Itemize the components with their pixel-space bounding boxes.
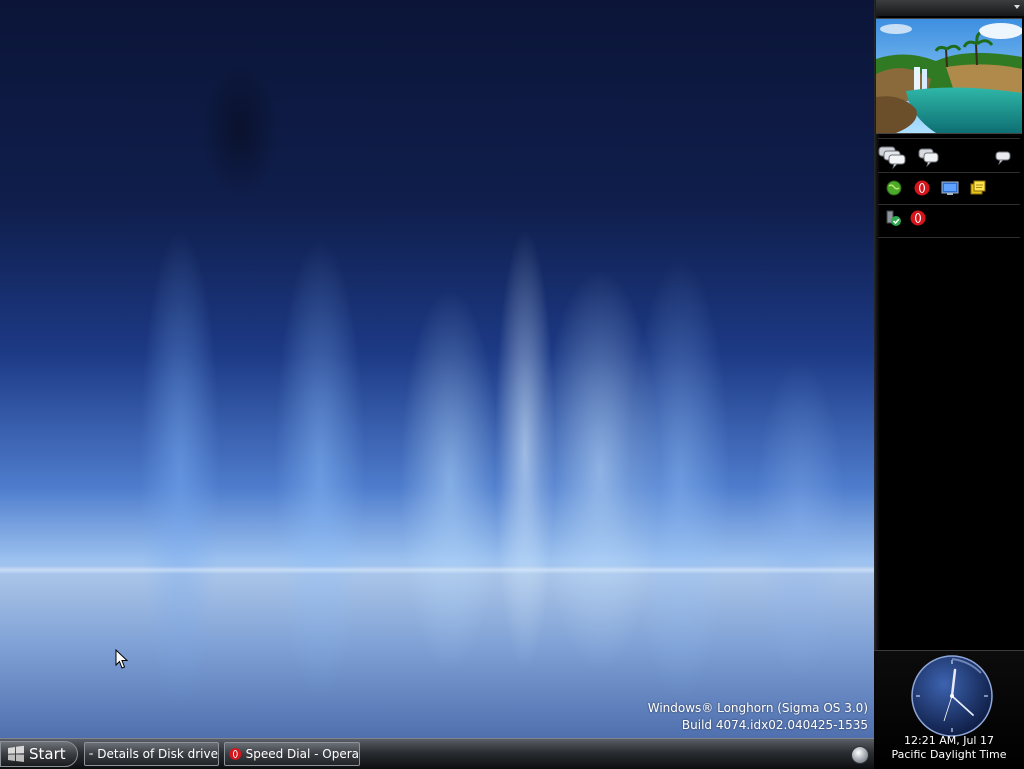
launcher-item[interactable] (940, 178, 960, 198)
sidebar-divider (878, 237, 1020, 238)
chat-bubble-icon[interactable] (994, 149, 1012, 165)
disk-details-icon (89, 747, 93, 761)
launcher-item[interactable] (968, 178, 988, 198)
clock-timezone: Pacific Daylight Time (874, 748, 1024, 761)
green-globe-icon (886, 180, 902, 196)
launcher-item[interactable] (884, 208, 904, 228)
launcher-item[interactable] (884, 178, 904, 198)
analog-clock-icon (909, 653, 995, 739)
wallpaper-shadow (200, 60, 280, 200)
messages-icon[interactable] (918, 147, 940, 167)
sidebar-divider (878, 138, 1020, 139)
opera-icon (914, 180, 930, 196)
sidebar-divider (878, 172, 1020, 173)
start-button[interactable]: Start (0, 741, 78, 767)
taskbar-item-label: Details of Disk drive (97, 747, 218, 761)
sidebar-row-messaging (878, 145, 1012, 169)
monitor-icon (941, 180, 959, 196)
start-label: Start (29, 745, 66, 763)
build-watermark: Windows® Longhorn (Sigma OS 3.0) Build 4… (648, 700, 868, 734)
launcher-item[interactable] (908, 208, 928, 228)
taskbar-item-disk-details[interactable]: Details of Disk drive (84, 742, 219, 766)
opera-icon (910, 210, 926, 226)
notification-orb-icon[interactable] (851, 746, 869, 764)
taskbar-item-label: Speed Dial - Opera (246, 747, 359, 761)
sidebar-title-bar (876, 0, 1024, 16)
sidebar-menu-arrow-icon[interactable] (1014, 5, 1020, 9)
mouse-pointer-icon (115, 649, 129, 670)
launcher-item[interactable] (912, 178, 932, 198)
wallpaper-horizon (0, 566, 874, 574)
windows-flag-icon (7, 745, 25, 763)
watermark-line-2: Build 4074.idx02.040425-1535 (648, 717, 868, 734)
sidebar-row-tray (884, 208, 928, 228)
clock-time: 12:21 AM, Jul 17 (874, 734, 1024, 747)
sidebar-divider (878, 204, 1020, 205)
sidebar-row-launchers (884, 178, 988, 198)
taskbar-item-opera[interactable]: Speed Dial - Opera (224, 742, 360, 766)
taskbar: Start Details of Disk drive Speed Dial -… (0, 738, 874, 769)
watermark-line-1: Windows® Longhorn (Sigma OS 3.0) (648, 700, 868, 717)
contacts-stack-icon[interactable] (878, 145, 908, 169)
opera-icon (229, 746, 242, 762)
waterfall-photo (876, 19, 1022, 133)
slideshow-gadget[interactable] (876, 18, 1022, 134)
security-check-icon (885, 209, 903, 227)
sticky-notes-icon (969, 180, 987, 196)
desktop-background: Windows® Longhorn (Sigma OS 3.0) Build 4… (0, 0, 874, 738)
